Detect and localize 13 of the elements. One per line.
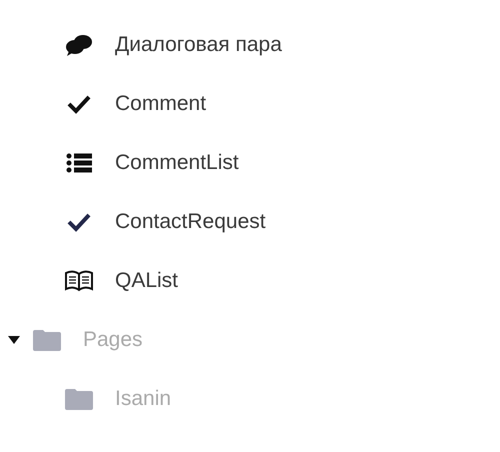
folder-icon: [33, 328, 61, 350]
folder-icon: [65, 388, 93, 410]
tree-item-label[interactable]: Диалоговая пара: [115, 28, 282, 60]
tree-item-label[interactable]: Comment: [115, 88, 206, 120]
tree-item-label[interactable]: ContactRequest: [115, 206, 266, 238]
checkmark-icon: [67, 212, 91, 232]
caret-down-icon[interactable]: [8, 336, 20, 344]
tree-item-label[interactable]: CommentList: [115, 146, 239, 178]
open-book-icon: [64, 270, 94, 292]
speech-bubbles-icon: [65, 34, 93, 56]
tree-item-label[interactable]: QAList: [115, 264, 178, 296]
list-icon: [66, 152, 92, 172]
checkmark-icon: [67, 94, 91, 114]
